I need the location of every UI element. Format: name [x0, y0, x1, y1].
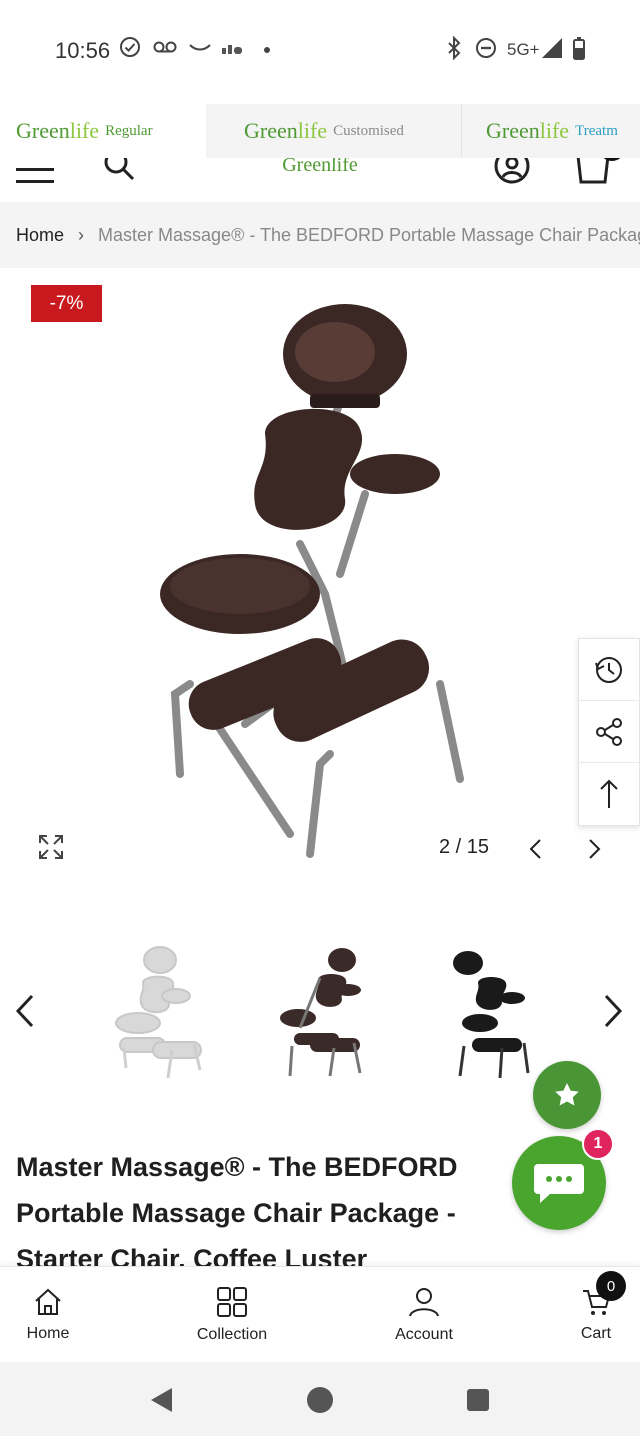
thumb-prev-icon[interactable] — [14, 994, 36, 1028]
brand-tab-customised[interactable]: Green life Customised — [206, 104, 462, 158]
chat-badge: 1 — [582, 1128, 614, 1160]
missed-call-icon — [189, 44, 211, 51]
back-to-top-icon[interactable] — [579, 763, 639, 825]
thumbnail-3[interactable] — [440, 938, 560, 1078]
breadcrumb-home[interactable]: Home — [16, 225, 64, 246]
product-title: Master Massage® - The BEDFORD Portable M… — [16, 1152, 458, 1266]
recently-viewed-icon[interactable] — [579, 639, 639, 701]
status-time: 10:56 — [55, 38, 111, 63]
user-icon — [409, 1288, 439, 1317]
chevron-right-icon[interactable] — [586, 838, 602, 860]
dot-icon — [264, 47, 270, 53]
battery-icon — [573, 37, 585, 60]
check-circle-icon — [120, 37, 140, 57]
reviews-button[interactable] — [533, 1061, 601, 1129]
bluetooth-icon — [448, 36, 461, 60]
home-icon — [35, 1288, 61, 1315]
site-header: Greenlife Green life Regular Green life Cust… — [0, 104, 640, 202]
star-icon — [555, 1083, 579, 1106]
brand-tab-treatment[interactable]: Green life Treatm — [462, 104, 640, 158]
image-counter: 2 / 15 — [439, 836, 490, 858]
voicemail-icon — [153, 41, 177, 53]
bottom-nav-collection[interactable]: Collection — [182, 1267, 282, 1363]
cart-count-badge: 0 — [596, 1271, 626, 1301]
breadcrumb: Home › Master Massage® - The BEDFORD Por… — [0, 202, 640, 268]
product-gallery[interactable]: -7% 2 / 15 — [0, 268, 640, 908]
signal-icon — [542, 38, 562, 58]
cloud-icon — [222, 45, 242, 54]
fullscreen-icon[interactable] — [38, 834, 64, 860]
do-not-disturb-icon — [476, 38, 496, 58]
bottom-nav-home[interactable]: Home — [8, 1267, 88, 1363]
status-bar: 10:56 5G+ — [0, 0, 640, 104]
share-icon[interactable] — [579, 701, 639, 763]
discount-badge: -7% — [31, 285, 102, 322]
page: 10:56 5G+ Greenlife Green life Regular Gre… — [0, 0, 640, 1436]
chevron-left-icon[interactable] — [528, 838, 544, 860]
chat-icon — [534, 1164, 584, 1203]
thumb-next-icon[interactable] — [602, 994, 624, 1028]
brand-tab-regular[interactable]: Green life Regular — [0, 104, 206, 158]
product-image[interactable] — [150, 294, 470, 864]
bottom-nav: Home Collection Account Cart — [0, 1266, 640, 1362]
recents-icon[interactable] — [466, 1388, 490, 1412]
grid-icon — [217, 1287, 247, 1317]
back-icon[interactable] — [148, 1386, 174, 1414]
thumbnail-2[interactable] — [270, 938, 390, 1078]
breadcrumb-separator: › — [78, 224, 85, 245]
bottom-nav-account[interactable]: Account — [384, 1267, 464, 1363]
home-circle-icon[interactable] — [306, 1386, 334, 1414]
network-type: 5G+ — [507, 40, 540, 59]
breadcrumb-current: Master Massage® - The BEDFORD Portable M… — [98, 224, 640, 245]
system-navigation-bar — [0, 1362, 640, 1436]
thumbnail-strip — [0, 930, 640, 1090]
brand-tabs: Green life Regular Green life Customised Gre… — [0, 104, 640, 158]
thumbnail-1[interactable] — [98, 938, 218, 1078]
side-tools — [578, 638, 640, 826]
